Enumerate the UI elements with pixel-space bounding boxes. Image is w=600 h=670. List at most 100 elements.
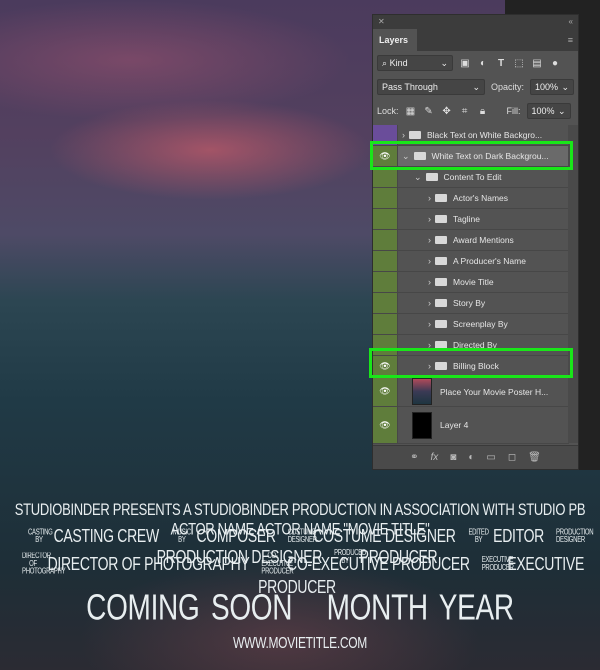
credit-name: DIRECTOR OF PHOTOGRAPHY (44, 552, 250, 574)
chevron-right-icon[interactable]: › (428, 214, 431, 224)
chevron-right-icon[interactable]: › (428, 319, 431, 329)
layer-thumbnail (412, 378, 432, 405)
layers-list: › Black Text on White Backgro... 👁︎ ⌄ White… (373, 125, 569, 444)
lock-brush-icon[interactable]: ✎ (423, 106, 435, 117)
credit-name: CO-EXECUTIVE PRODUCER (283, 552, 470, 574)
layer-row[interactable]: › Tagline (373, 209, 569, 230)
blend-mode-select[interactable]: Pass Through ⌄ (377, 79, 485, 95)
scrollbar[interactable] (568, 125, 578, 443)
panel-menu-icon[interactable]: ≡ (568, 36, 573, 45)
visibility-toggle[interactable] (373, 188, 398, 208)
credit-role: EDITED BY (468, 529, 489, 546)
folder-icon (435, 236, 447, 244)
credit-name: CASTING CREW (49, 525, 160, 546)
mask-icon[interactable]: ◙ (450, 452, 456, 463)
credit-role: CASTING BY (27, 529, 53, 546)
visibility-toggle[interactable] (373, 272, 398, 292)
collapse-icon[interactable]: « (569, 15, 573, 29)
fill-field[interactable]: 100% ⌄ (526, 103, 571, 119)
credit: CASTING BY CASTING CREW (28, 525, 159, 546)
visibility-toggle[interactable] (373, 167, 398, 187)
opacity-field[interactable]: 100% ⌄ (530, 79, 574, 95)
highlight-box (369, 348, 573, 378)
layer-row[interactable]: › Story By (373, 293, 569, 314)
layer-row[interactable]: › Movie Title (373, 272, 569, 293)
credit-name: EDITOR (489, 525, 544, 546)
smart-object-filter-icon[interactable]: ▤ (531, 58, 543, 69)
folder-icon (435, 278, 447, 286)
credit-role: CO-EXECUTIVE PRODUCER (261, 553, 294, 577)
lock-label: Lock: (377, 106, 399, 116)
image-filter-icon[interactable]: ▣ (459, 58, 471, 69)
layer-row[interactable]: › Actor's Names (373, 188, 569, 209)
lock-all-icon[interactable]: 🔒︎ (477, 106, 489, 117)
release-line: COMING SOON MONTH YEAR (0, 587, 600, 629)
coming-soon: COMING SOON (86, 587, 293, 628)
credit: EDITED BY EDITOR (468, 525, 544, 546)
chevron-right-icon[interactable]: › (428, 298, 431, 308)
credit-role: MUSIC BY (172, 529, 191, 546)
release-date: MONTH YEAR (326, 587, 514, 628)
credit: MUSIC BY COMPOSER (171, 525, 276, 546)
trash-icon[interactable]: 🗑︎ (528, 452, 541, 463)
credit-role: PRODUCTION DESIGNER (556, 529, 594, 546)
link-icon[interactable]: ⚭ (410, 452, 418, 463)
lock-artboard-icon[interactable]: ⌗ (459, 106, 471, 117)
layer-row[interactable]: › Award Mentions (373, 230, 569, 251)
close-icon[interactable]: ✕ (378, 15, 385, 29)
folder-icon (425, 173, 438, 181)
adjustment-filter-icon[interactable]: ◐ (477, 58, 489, 69)
visibility-toggle[interactable] (373, 293, 398, 313)
new-group-icon[interactable]: ▭ (486, 452, 495, 463)
chevron-right-icon[interactable]: › (402, 130, 405, 140)
folder-icon (409, 131, 421, 139)
highlight-box (370, 141, 573, 170)
new-layer-icon[interactable]: ◻ (508, 452, 516, 463)
layer-row[interactable]: ⌄ Content To Edit (373, 167, 569, 188)
credit-role: EXECUTIVE PRODUCER (481, 557, 514, 573)
chevron-right-icon[interactable]: › (428, 235, 431, 245)
eye-icon[interactable]: 👁︎ (373, 377, 398, 406)
opacity-label: Opacity: (490, 82, 524, 92)
layers-footer: ⚭ fx ◙ ◐ ▭ ◻ 🗑︎ (373, 445, 578, 469)
fx-icon[interactable]: fx (431, 452, 439, 463)
type-filter-icon[interactable]: T (495, 58, 507, 69)
lock-position-icon[interactable]: ✥ (441, 106, 453, 117)
filter-kind-select[interactable]: ⌕ Kind ⌄ (377, 55, 453, 71)
folder-icon (435, 194, 447, 202)
credit: CO-EXECUTIVE PRODUCER CO-EXECUTIVE PRODU… (261, 552, 470, 577)
visibility-toggle[interactable] (373, 251, 398, 271)
chevron-right-icon[interactable]: › (428, 193, 431, 203)
folder-icon (435, 257, 447, 265)
fill-label: Fill: (506, 106, 521, 116)
layers-panel: ✕ « Layers ≡ ⌕ Kind ⌄ ▣ ◐ T ⬚ ▤ ● Pass Thro… (372, 14, 579, 470)
shape-filter-icon[interactable]: ⬚ (513, 58, 525, 69)
eye-icon[interactable]: 👁︎ (373, 407, 398, 443)
folder-icon (435, 215, 447, 223)
credit-name: COSTUME DESIGNER (309, 525, 456, 546)
lock-pixels-icon[interactable]: ▦ (405, 106, 417, 117)
search-icon: ⌕ (382, 58, 388, 68)
visibility-toggle[interactable] (373, 314, 398, 334)
visibility-toggle[interactable] (373, 230, 398, 250)
adjustment-layer-icon[interactable]: ◐ (468, 452, 474, 463)
tab-layers[interactable]: Layers (373, 29, 417, 51)
credit: DIRECTOR OF PHOTOGRAPHY DIRECTOR OF PHOT… (22, 552, 250, 577)
website-url: WWW.MOVIETITLE.COM (233, 633, 367, 653)
folder-icon (435, 320, 447, 328)
layer-row[interactable]: › Screenplay By (373, 314, 569, 335)
credit-role: DIRECTOR OF PHOTOGRAPHY (22, 553, 66, 577)
layer-row[interactable]: › A Producer's Name (373, 251, 569, 272)
credit-role: COSTUME DESIGNER (287, 529, 317, 546)
layer-row[interactable]: 👁︎ Place Your Movie Poster H... (373, 377, 569, 407)
chevron-down-icon[interactable]: ⌄ (414, 172, 422, 183)
filter-toggle[interactable]: ● (549, 58, 561, 69)
folder-icon (435, 299, 447, 307)
credit-name: COMPOSER (192, 525, 276, 546)
chevron-right-icon[interactable]: › (428, 277, 431, 287)
chevron-right-icon[interactable]: › (428, 256, 431, 266)
layer-thumbnail (412, 411, 432, 439)
visibility-toggle[interactable] (373, 209, 398, 229)
layer-row[interactable]: 👁︎ Layer 4 (373, 407, 569, 444)
credit: COSTUME DESIGNER COSTUME DESIGNER (288, 525, 456, 546)
